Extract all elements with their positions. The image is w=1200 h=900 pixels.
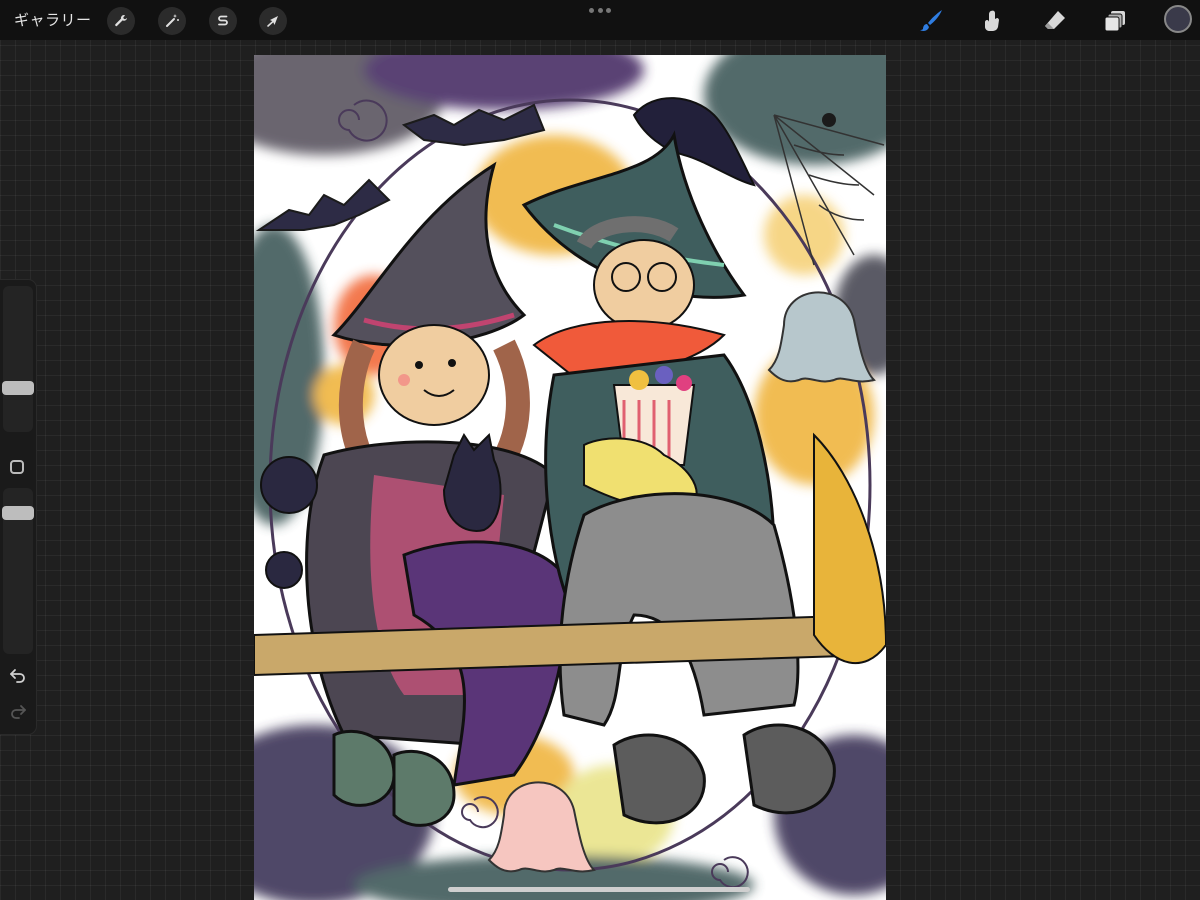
top-toolbar: ギャラリー bbox=[0, 0, 1200, 40]
redo-button[interactable] bbox=[9, 703, 27, 723]
undo-button[interactable] bbox=[9, 667, 27, 687]
halloween-artwork bbox=[254, 55, 886, 900]
wrench-icon bbox=[115, 14, 127, 27]
layers-icon bbox=[1104, 11, 1125, 32]
layers-tool[interactable] bbox=[1101, 6, 1131, 36]
magic-wand-icon bbox=[166, 14, 179, 27]
actions-button[interactable] bbox=[107, 7, 135, 35]
brush-tool[interactable] bbox=[917, 6, 947, 36]
selection-button[interactable] bbox=[209, 7, 237, 35]
eraser-tool[interactable] bbox=[1040, 6, 1070, 36]
opacity-thumb[interactable] bbox=[2, 506, 34, 521]
gallery-button[interactable]: ギャラリー bbox=[14, 9, 92, 30]
brush-size-slider[interactable] bbox=[3, 286, 33, 432]
home-indicator bbox=[448, 887, 750, 892]
canvas-grabber-handle[interactable] bbox=[589, 8, 611, 14]
left-sidebar bbox=[0, 280, 36, 734]
transform-button[interactable] bbox=[259, 7, 287, 35]
undo-icon bbox=[10, 669, 25, 683]
arrow-cursor-icon bbox=[267, 16, 278, 27]
eraser-icon bbox=[1045, 11, 1065, 29]
smudge-icon bbox=[985, 10, 999, 31]
adjustments-button[interactable] bbox=[158, 7, 186, 35]
brush-icon bbox=[920, 10, 942, 31]
drawing-canvas[interactable] bbox=[254, 55, 886, 900]
color-picker-button[interactable] bbox=[1164, 5, 1192, 33]
selection-s-icon bbox=[218, 15, 228, 26]
brush-size-thumb[interactable] bbox=[2, 381, 34, 396]
redo-icon bbox=[11, 705, 26, 719]
eyedropper-modify-button[interactable] bbox=[10, 460, 24, 474]
smudge-tool[interactable] bbox=[978, 6, 1008, 36]
